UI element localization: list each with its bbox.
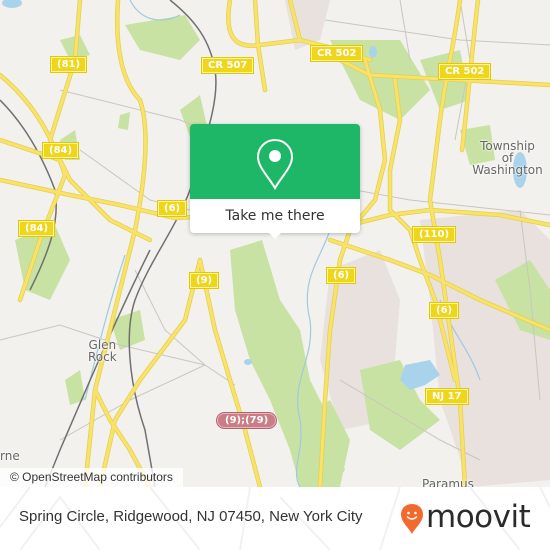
footer-bar: Spring Circle, Ridgewood, NJ 07450, New … [0, 487, 550, 550]
road-shield-cr502-east: CR 502 [439, 64, 491, 79]
place-label-paramus: Paramus [422, 477, 474, 487]
popup-pointer [268, 232, 282, 239]
road-shield-6-west: (6) [158, 201, 187, 216]
place-label-glen-rock: Glen Rock [88, 338, 117, 364]
moovit-smiley-pin-icon [401, 504, 423, 534]
road-shield-6-east: (6) [430, 303, 459, 318]
address-text: Spring Circle, Ridgewood, NJ 07450, New … [19, 508, 363, 525]
road-shield-9-79: (9);(79) [217, 413, 277, 428]
map-pin-icon [256, 138, 294, 190]
popup-header [190, 124, 360, 199]
take-me-there-button[interactable]: Take me there [190, 199, 360, 233]
road-shield-81: (81) [51, 57, 87, 72]
road-shield-84-north: (84) [43, 143, 79, 158]
map-canvas[interactable]: (81) CR 507 CR 502 CR 502 (84) (84) (6) … [0, 0, 550, 487]
location-popup: Take me there [190, 124, 360, 239]
road-shield-cr507: CR 507 [202, 58, 254, 73]
road-shield-84-south: (84) [19, 221, 55, 236]
road-shield-6-center: (6) [327, 268, 356, 283]
moovit-wordmark: moovit [426, 499, 531, 535]
place-label-partial: rne [0, 449, 20, 463]
road-shield-110: (110) [413, 227, 456, 242]
place-label-township-of-washington: Township of Washington [472, 139, 543, 177]
road-shield-nj17: NJ 17 [426, 389, 468, 404]
road-shield-cr502-west: CR 502 [311, 46, 363, 61]
road-shield-9: (9) [190, 273, 219, 288]
map-attribution[interactable]: © OpenStreetMap contributors [0, 468, 183, 487]
moovit-logo[interactable]: moovit [400, 497, 550, 541]
